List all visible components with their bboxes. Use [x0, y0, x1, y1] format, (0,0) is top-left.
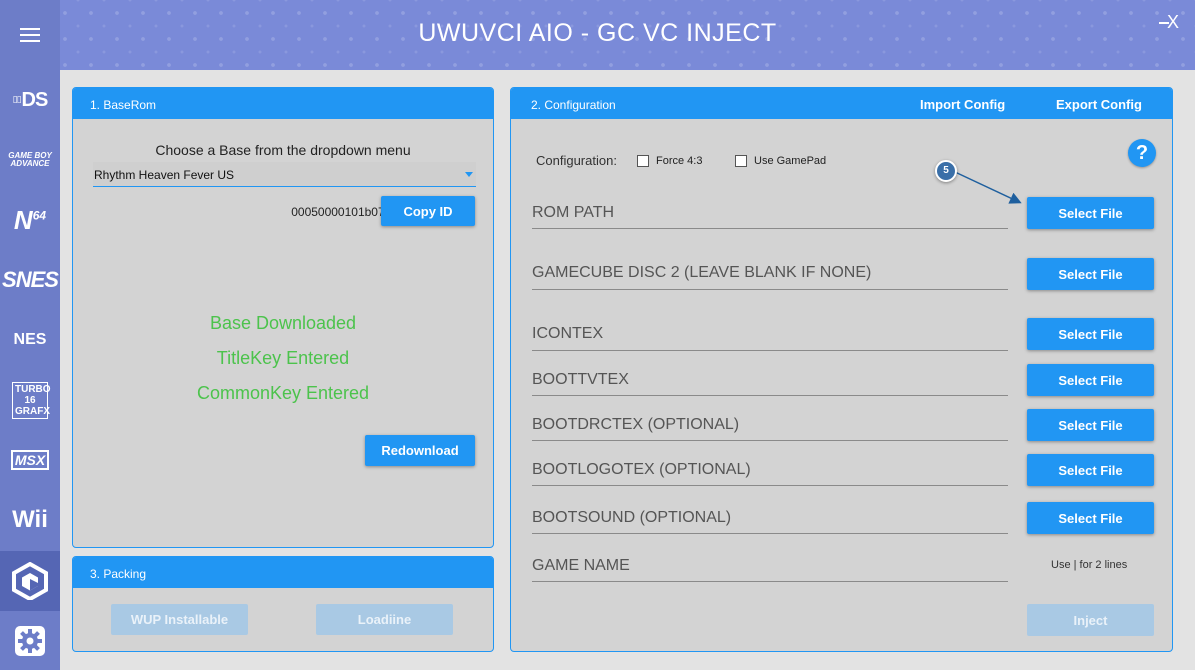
gamecube-logo [12, 562, 48, 600]
sidebar-item-snes[interactable]: SNES [0, 251, 60, 309]
sidebar-item-nes[interactable]: NES [0, 311, 60, 369]
bootsound-select-file-button[interactable]: Select File [1027, 502, 1154, 534]
game-name-field[interactable]: GAME NAME [532, 557, 1008, 582]
force-43-label: Force 4:3 [656, 155, 703, 167]
chevron-down-icon [465, 172, 473, 177]
packing-panel: 3. Packing WUP Installable Loadiine [72, 556, 494, 652]
bootdrctex-field[interactable]: BOOTDRCTEX (OPTIONAL) [532, 416, 1008, 441]
n64-logo: N64 [13, 204, 47, 235]
game-name-hint: Use | for 2 lines [1051, 559, 1128, 571]
configuration-title: 2. Configuration [531, 98, 616, 112]
sidebar-item-msx[interactable]: MSX [0, 431, 60, 489]
nintendo-ds-logo: ▯▯DS [12, 88, 49, 111]
icontex-select-file-button[interactable]: Select File [1027, 318, 1154, 350]
checkbox-box[interactable] [637, 155, 649, 167]
sidebar-item-turbografx[interactable]: TURBO 16 GRAFX [0, 371, 60, 429]
gamecube-disc2-field[interactable]: GAMECUBE DISC 2 (LEAVE BLANK IF NONE) [532, 264, 1008, 290]
use-gamepad-label: Use GamePad [754, 155, 827, 167]
base-dropdown-value: Rhythm Heaven Fever US [94, 168, 235, 182]
sidebar-item-wii[interactable]: Wii [0, 491, 60, 549]
bootsound-field[interactable]: BOOTSOUND (OPTIONAL) [532, 509, 1008, 534]
sidebar-item-ds[interactable]: ▯▯DS [0, 71, 60, 129]
status-base-downloaded: Base Downloaded [209, 313, 357, 333]
wup-installable-button[interactable]: WUP Installable [111, 604, 248, 635]
base-dropdown[interactable]: Rhythm Heaven Fever US [93, 162, 476, 187]
minimize-icon[interactable] [1158, 22, 1169, 24]
choose-base-label: Choose a Base from the dropdown menu [155, 142, 411, 158]
use-gamepad-checkbox[interactable]: Use GamePad [735, 155, 826, 167]
packing-header: 3. Packing [73, 557, 493, 588]
bootlogotex-select-file-button[interactable]: Select File [1027, 454, 1154, 486]
snes-logo: SNES [2, 267, 59, 292]
baserom-header: 1. BaseRom [73, 88, 493, 119]
rom-path-field[interactable]: ROM PATH [532, 204, 1008, 229]
loadiine-button[interactable]: Loadiine [316, 604, 453, 635]
baserom-title: 1. BaseRom [90, 98, 157, 112]
gear-icon [15, 626, 45, 656]
bootdrctex-select-file-button[interactable]: Select File [1027, 409, 1154, 441]
copy-id-button[interactable]: Copy ID [381, 196, 475, 226]
app-title: UWUVCI AIO - GC VC INJECT [418, 19, 777, 47]
status-titlekey: TitleKey Entered [216, 348, 350, 368]
icontex-field[interactable]: ICONTEX [532, 325, 1008, 351]
configuration-label: Configuration: [536, 153, 617, 168]
title-bar: UWUVCI AIO - GC VC INJECT X [0, 0, 1195, 70]
sidebar-item-n64[interactable]: N64 [0, 191, 60, 249]
export-config-button[interactable]: Export Config [1056, 97, 1142, 112]
sidebar-item-gba[interactable]: GAME BOY ADVANCE [0, 131, 60, 189]
baserom-panel: 1. BaseRom Choose a Base from the dropdo… [72, 87, 494, 548]
status-commonkey: CommonKey Entered [196, 383, 370, 403]
inject-button[interactable]: Inject [1027, 604, 1154, 636]
configuration-header: 2. Configuration Import Config Export Co… [511, 88, 1172, 119]
close-button[interactable]: X [1158, 12, 1179, 33]
disc2-select-file-button[interactable]: Select File [1027, 258, 1154, 290]
force-43-checkbox[interactable]: Force 4:3 [637, 155, 702, 167]
configuration-panel: 2. Configuration Import Config Export Co… [510, 87, 1173, 652]
boottvtex-select-file-button[interactable]: Select File [1027, 364, 1154, 396]
rom-path-select-file-button[interactable]: Select File [1027, 197, 1154, 229]
hamburger-icon[interactable] [20, 28, 40, 44]
sidebar-item-gamecube[interactable] [0, 551, 60, 611]
step-badge: 5 [935, 160, 957, 182]
bootlogotex-field[interactable]: BOOTLOGOTEX (OPTIONAL) [532, 461, 1008, 486]
packing-title: 3. Packing [90, 567, 147, 581]
sidebar-item-settings[interactable] [0, 612, 60, 670]
boottvtex-field[interactable]: BOOTTVTEX [532, 371, 1008, 396]
checkbox-box[interactable] [735, 155, 747, 167]
sidebar: ▯▯DS GAME BOY ADVANCE N64 SNES NES TURBO… [0, 0, 60, 670]
help-icon[interactable]: ? [1128, 139, 1156, 167]
msx-logo: MSX [10, 450, 50, 470]
turbografx-logo: TURBO 16 GRAFX [12, 381, 51, 419]
gba-logo: GAME BOY ADVANCE [8, 151, 52, 168]
import-config-button[interactable]: Import Config [920, 97, 1005, 112]
wii-logo: Wii [12, 506, 48, 533]
redownload-button[interactable]: Redownload [365, 435, 475, 466]
nes-logo: NES [13, 331, 47, 348]
